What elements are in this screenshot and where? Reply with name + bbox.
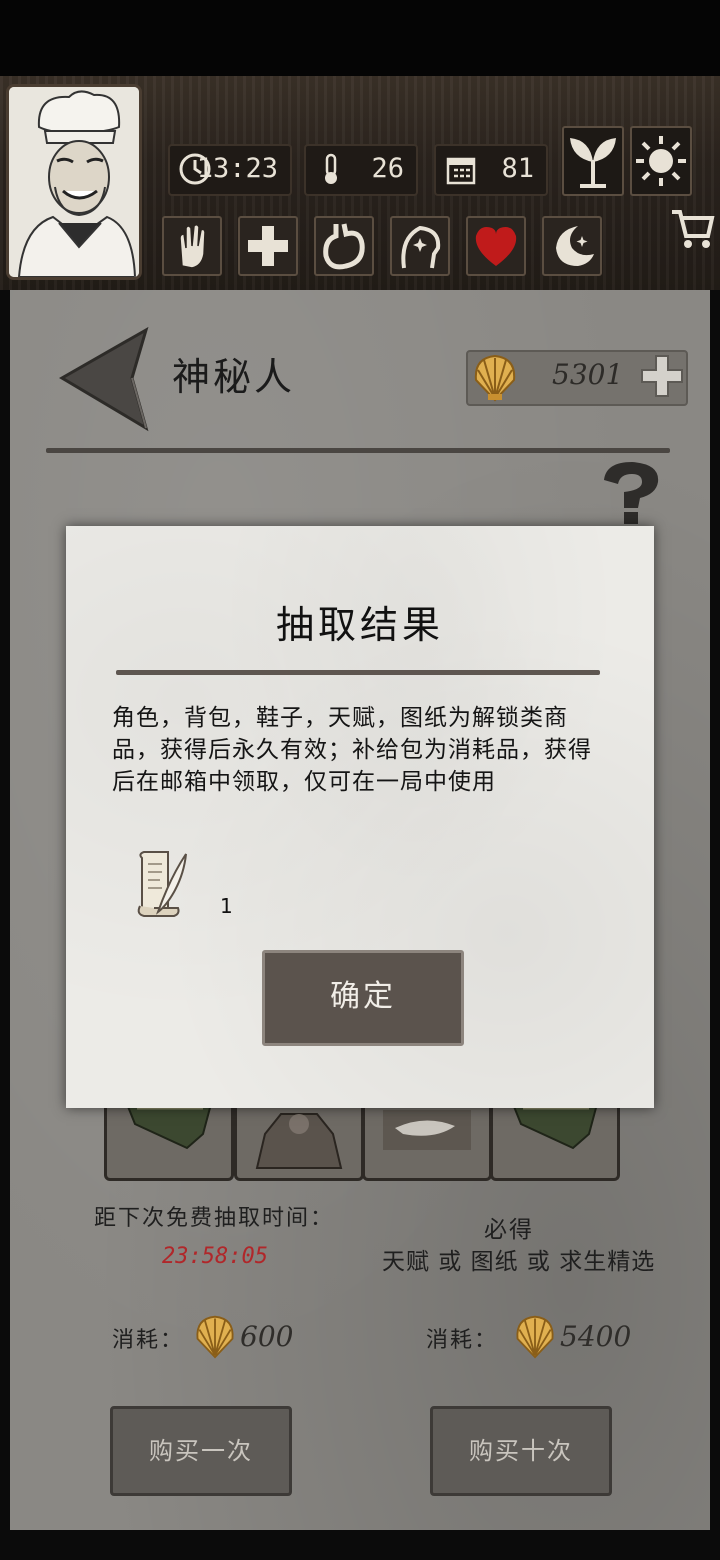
free-timer-value: 23:58:05 <box>162 1244 268 1269</box>
days-value: 81 <box>501 153 534 184</box>
cart-icon <box>672 210 715 248</box>
shell-icon <box>512 1310 558 1362</box>
temperature-value: 26 <box>371 153 404 184</box>
sun-icon <box>636 136 686 186</box>
reward-item[interactable] <box>134 848 190 922</box>
dialog-description-line-1: 角色，背包，鞋子，天赋，图纸为解锁类商 <box>112 705 568 731</box>
plus-icon <box>248 226 288 266</box>
blueprint-icon <box>125 1103 213 1150</box>
shop-cart-button[interactable] <box>668 204 716 252</box>
dialog-title: 抽取结果 <box>275 603 444 647</box>
shell-icon <box>192 1310 238 1362</box>
back-arrow-icon <box>59 326 149 432</box>
cost-ten-value: 5400 <box>560 1320 632 1353</box>
add-currency-button[interactable] <box>640 354 684 398</box>
weather-button[interactable] <box>630 126 692 196</box>
sprout-button[interactable] <box>562 126 624 196</box>
sprout-icon <box>570 138 616 188</box>
health-status-button[interactable] <box>238 216 298 276</box>
prize-slot-4 <box>490 1103 620 1181</box>
back-button[interactable] <box>56 324 152 434</box>
buy-ten-button[interactable]: 购买十次 <box>430 1406 612 1496</box>
cost-label-ten: 消耗： <box>426 1328 499 1353</box>
mood-status-button[interactable] <box>466 216 526 276</box>
statue-icon <box>255 1113 343 1169</box>
hunger-status-button[interactable] <box>314 216 374 276</box>
hand-status-button[interactable] <box>162 216 222 276</box>
cost-label-single: 消耗： <box>112 1328 185 1353</box>
free-timer-label: 距下次免费抽取时间： <box>94 1206 335 1231</box>
help-button[interactable] <box>596 460 666 526</box>
dialog-divider <box>116 670 600 675</box>
prize-slot-1 <box>104 1103 234 1181</box>
days-display: 81 <box>434 144 548 196</box>
status-bar-top <box>0 0 720 76</box>
fish-icon <box>383 1110 471 1150</box>
header-divider <box>46 448 670 453</box>
moon-icon <box>556 226 594 266</box>
prize-slot-3 <box>362 1104 492 1181</box>
temperature-display: 26 <box>304 144 418 196</box>
confirm-button[interactable]: 确定 <box>262 950 464 1046</box>
time-value: 13:23 <box>196 153 278 184</box>
question-icon <box>604 462 659 524</box>
stomach-icon <box>323 223 365 270</box>
guarantee-title: 必得 <box>484 1217 534 1243</box>
currency-amount: 5301 <box>552 358 624 391</box>
dialog-description-line-2: 品，获得后永久有效；补给包为消耗品，获得 <box>112 737 592 763</box>
shell-icon <box>470 350 520 404</box>
buy-once-button[interactable]: 购买一次 <box>110 1406 292 1496</box>
thermometer-icon <box>325 153 337 184</box>
mind-status-button[interactable] <box>390 216 450 276</box>
prize-slot-2 <box>234 1104 364 1181</box>
scroll-quill-icon <box>137 851 187 917</box>
calendar-icon <box>446 157 476 185</box>
time-display: 13:23 <box>168 144 292 196</box>
dialog-description: 角色，背包，鞋子，天赋，图纸为解锁类商 品，获得后永久有效；补给包为消耗品，获得… <box>112 702 604 798</box>
page-title: 神秘人 <box>172 355 296 399</box>
heart-icon <box>475 227 517 266</box>
blueprint-icon <box>511 1103 599 1150</box>
chef-portrait-image <box>9 87 139 277</box>
guarantee-desc: 天赋 或 图纸 或 求生精选 <box>382 1249 656 1275</box>
cost-single-value: 600 <box>240 1320 294 1353</box>
reward-quantity: 1 <box>220 894 233 918</box>
sleep-status-button[interactable] <box>542 216 602 276</box>
dialog-description-line-3: 后在邮箱中领取，仅可在一局中使用 <box>112 769 496 795</box>
head-sparkle-icon <box>401 225 441 269</box>
plus-icon <box>641 355 683 397</box>
character-portrait[interactable] <box>6 84 142 280</box>
hand-icon <box>179 223 206 269</box>
